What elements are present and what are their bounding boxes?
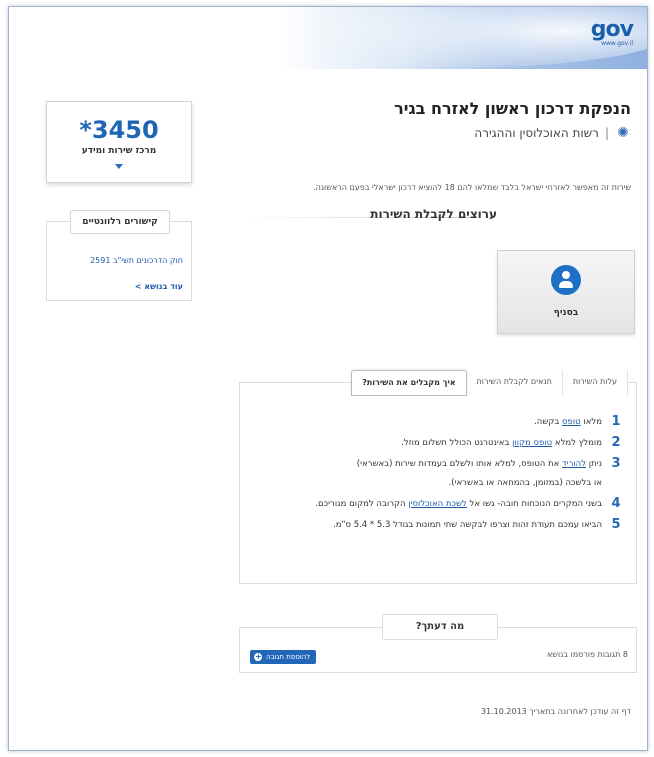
step-continuation: או בלשכה (במזומן, בהמחאה או באשראי).: [448, 478, 602, 488]
tab-how-to-get[interactable]: איך מקבלים את השירות?: [351, 370, 467, 396]
step-text: הביאו עמכם תעודת זהות וצרפו לבקשה שתי תמ…: [333, 520, 602, 530]
download-link[interactable]: להוריד: [562, 459, 586, 469]
service-center-number: *3450: [79, 116, 159, 144]
channels-title: ערוצים לקבלת השירות: [370, 207, 497, 221]
service-intro: שירות זה מאפשר לאזרחי ישראל בלבד שמלאו ל…: [313, 183, 631, 192]
step-number: 2: [611, 435, 621, 450]
branch-channel-button[interactable]: בסניף: [497, 250, 635, 334]
step-text-part: בקשה.: [534, 417, 563, 427]
step-item: 5 הביאו עמכם תעודת זהות וצרפו לבקשה שתי …: [242, 518, 622, 532]
step-text-part: מומלץ למלא: [552, 438, 602, 448]
authority-name: רשות האוכלוסין וההגירה: [474, 126, 599, 140]
last-updated: דף זה עודכן לאחרונה בתאריך 31.10.2013: [480, 707, 631, 716]
step-number: 1: [611, 414, 621, 429]
step-text: מומלץ למלא טופס מקוון באינטרנט הכולל תשל…: [401, 436, 602, 450]
step-item: 4 בשני המקרים הנוכחות חובה- גשו אל לשכת …: [242, 497, 622, 511]
steps-list: 1 מלאו טופס בקשה. 2 מומלץ למלא טופס מקוו…: [242, 415, 622, 539]
form-link[interactable]: טופס: [562, 417, 581, 427]
step-text: ניתן להוריד את הטופס, למלא אותו ולשלם בע…: [357, 457, 602, 471]
step-text-part: הקרובה למקום מגוריכם.: [315, 499, 409, 509]
related-links-title: קישורים רלוונטיים: [70, 210, 170, 234]
step-number: 3: [611, 456, 621, 471]
add-comment-button[interactable]: להוספת תגובה: [250, 650, 317, 664]
feedback-title: מה דעתך?: [382, 614, 498, 640]
logo-subtext: www.gov.il: [601, 40, 633, 47]
tab-cost[interactable]: עלות השירות: [562, 370, 628, 396]
logo-text: gov: [590, 17, 634, 42]
step-number: 5: [611, 517, 621, 532]
step-item: 2 מומלץ למלא טופס מקוון באינטרנט הכולל ת…: [242, 436, 622, 450]
page-frame: gov www.gov.il *3450 מרכז שירות ומידע קי…: [8, 6, 648, 751]
branch-label: בסניף: [553, 308, 579, 318]
feedback-box: מה דעתך? 8 תגובות פורסמו בנושא להוספת תג…: [239, 614, 637, 673]
related-links-box: קישורים רלוונטיים חוק הדרכונים תשי"ב 259…: [46, 210, 192, 301]
online-form-link[interactable]: טופס מקוון: [512, 438, 552, 448]
step-item: 1 מלאו טופס בקשה.: [242, 415, 622, 429]
authority-line[interactable]: ✺ | רשות האוכלוסין וההגירה: [474, 125, 631, 141]
population-office-link[interactable]: לשכת האוכלוסין: [408, 499, 467, 509]
person-icon: [551, 265, 581, 295]
service-center-label: מרכז שירות ומידע: [81, 146, 157, 156]
step-text-part: ניתן: [586, 459, 602, 469]
authority-emblem-icon: ✺: [617, 125, 629, 141]
step-text-part: מלאו: [580, 417, 602, 427]
step-text-part: בשני המקרים הנוכחות חובה- גשו אל: [466, 499, 602, 509]
comments-count-link[interactable]: 8 תגובות פורסמו בנושא: [547, 650, 628, 659]
step-text-part: באינטרנט הכולל תשלום מוזל.: [401, 438, 513, 448]
step-item: 3 ניתן להוריד את הטופס, למלא אותו ולשלם …: [242, 457, 622, 471]
site-header: gov www.gov.il: [9, 7, 647, 69]
page-title: הנפקת דרכון ראשון לאזרח בגיר: [394, 99, 631, 118]
service-tabs: איך מקבלים את השירות? תנאים לקבלת השירות…: [351, 370, 628, 396]
step-text-part: את הטופס, למלא אותו ולשלם בעמדות שירות (…: [356, 459, 563, 469]
authority-separator: |: [604, 126, 609, 140]
step-text: בשני המקרים הנוכחות חובה- גשו אל לשכת הא…: [315, 497, 602, 511]
more-on-topic-link[interactable]: עוד בנושא >: [135, 282, 183, 291]
gov-logo[interactable]: gov www.gov.il: [590, 17, 634, 47]
step-number: 4: [611, 496, 621, 511]
service-center-box[interactable]: *3450 מרכז שירות ומידע: [46, 101, 192, 183]
chevron-down-icon[interactable]: [115, 164, 123, 169]
step-text: מלאו טופס בקשה.: [534, 415, 602, 429]
service-tabs-panel: איך מקבלים את השירות? תנאים לקבלת השירות…: [239, 370, 637, 584]
tab-conditions[interactable]: תנאים לקבלת השירות: [466, 370, 563, 396]
related-link-passport-law[interactable]: חוק הדרכונים תשי"ב 2591: [90, 256, 183, 265]
